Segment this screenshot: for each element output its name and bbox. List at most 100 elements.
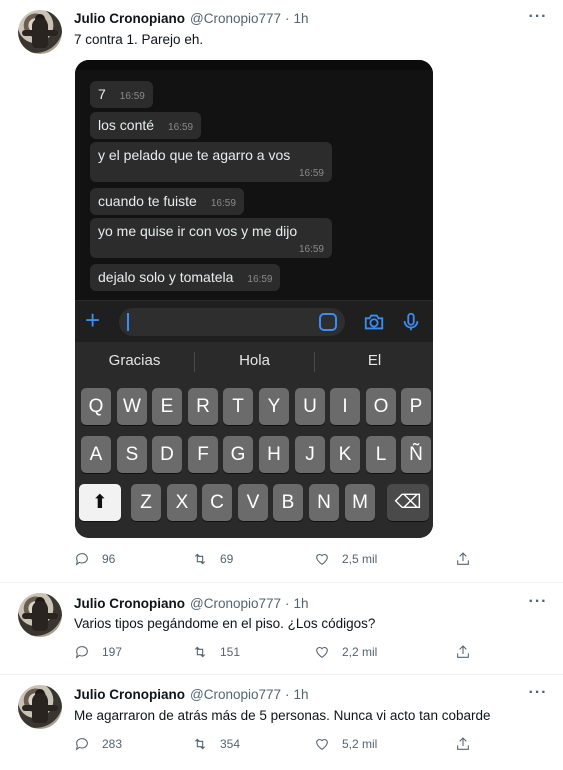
- key-e[interactable]: E: [152, 388, 182, 425]
- key-s[interactable]: S: [117, 436, 147, 473]
- key-u[interactable]: U: [295, 388, 325, 425]
- like-button[interactable]: 2,5 mil: [314, 551, 377, 567]
- reply-count: 197: [102, 645, 123, 659]
- retweet-button[interactable]: 69: [192, 551, 233, 567]
- message-time: 16:59: [210, 198, 236, 209]
- author-handle[interactable]: @Cronopio777: [190, 11, 281, 26]
- retweet-count: 354: [220, 737, 241, 751]
- key-x[interactable]: X: [167, 484, 197, 521]
- key-d[interactable]: D: [152, 436, 182, 473]
- key-h[interactable]: H: [259, 436, 289, 473]
- like-button[interactable]: 5,2 mil: [314, 736, 377, 752]
- reply-icon: [75, 738, 88, 751]
- message-text: 7: [98, 86, 106, 102]
- shift-key[interactable]: ⬆: [79, 484, 121, 521]
- chat-message: 7 16:59: [90, 81, 153, 108]
- key-k[interactable]: K: [330, 436, 360, 473]
- chat-message: yo me quise ir con vos y me dijo 16:59: [90, 218, 332, 258]
- tweet-time[interactable]: 1h: [294, 596, 309, 611]
- author-handle[interactable]: @Cronopio777: [190, 596, 281, 611]
- share-button[interactable]: [455, 644, 471, 660]
- reply-button[interactable]: 197: [74, 644, 122, 660]
- reply-button[interactable]: 96: [74, 551, 115, 567]
- retweet-icon: [194, 646, 206, 658]
- share-button[interactable]: [455, 736, 471, 752]
- microphone-icon[interactable]: [400, 311, 422, 338]
- key-y[interactable]: Y: [259, 388, 289, 425]
- separator-dot: ·: [285, 686, 290, 702]
- message-time: 16:59: [119, 91, 145, 102]
- message-input[interactable]: [119, 308, 345, 336]
- share-icon: [457, 552, 469, 565]
- sticker-icon[interactable]: [319, 313, 337, 331]
- message-text: dejalo solo y tomatela: [98, 269, 234, 285]
- key-p[interactable]: P: [401, 388, 431, 425]
- key-ñ[interactable]: Ñ: [401, 436, 431, 473]
- key-o[interactable]: O: [366, 388, 396, 425]
- share-button[interactable]: [455, 551, 471, 567]
- chat-area: 7 16:59 los conté 16:59 y el pelado que te…: [75, 60, 433, 300]
- avatar[interactable]: [18, 10, 62, 54]
- retweet-count: 151: [220, 645, 241, 659]
- chat-message: los conté 16:59: [90, 112, 202, 139]
- more-options-icon[interactable]: ···: [528, 9, 548, 28]
- retweet-button[interactable]: 151: [192, 644, 240, 660]
- key-m[interactable]: M: [345, 484, 375, 521]
- message-text: yo me quise ir con vos y me dijo: [98, 223, 298, 239]
- tweet-actions: 96 69 2,5 mil: [74, 551, 474, 571]
- heart-icon: [316, 553, 328, 565]
- chat-input-bar: +: [75, 300, 433, 342]
- tweet-3[interactable]: Julio Cronopiano @Cronopio777 · 1h ··· M…: [0, 675, 563, 770]
- key-v[interactable]: V: [238, 484, 268, 521]
- message-time: 16:59: [168, 122, 194, 133]
- key-r[interactable]: R: [188, 388, 218, 425]
- avatar-arm: [22, 30, 58, 36]
- avatar[interactable]: [18, 593, 62, 637]
- heart-icon: [316, 738, 328, 750]
- tweet-header: Julio Cronopiano @Cronopio777 · 1h: [74, 685, 309, 703]
- suggestion-item[interactable]: El: [315, 342, 433, 380]
- tweet-2[interactable]: Julio Cronopiano @Cronopio777 · 1h ··· V…: [0, 583, 563, 673]
- plus-icon[interactable]: +: [85, 307, 100, 333]
- suggestion-bar: Gracias Hola El: [75, 342, 433, 380]
- key-t[interactable]: T: [223, 388, 253, 425]
- key-n[interactable]: N: [309, 484, 339, 521]
- reply-count: 283: [102, 737, 123, 751]
- key-i[interactable]: I: [330, 388, 360, 425]
- tweet-time[interactable]: 1h: [294, 687, 309, 702]
- tweet-1[interactable]: Julio Cronopiano @Cronopio777 · 1h ··· 7…: [0, 0, 563, 582]
- message-time: 16:59: [298, 244, 324, 255]
- author-name[interactable]: Julio Cronopiano: [74, 11, 185, 26]
- author-name[interactable]: Julio Cronopiano: [74, 596, 185, 611]
- share-icon: [457, 645, 469, 658]
- key-g[interactable]: G: [223, 436, 253, 473]
- camera-icon[interactable]: [363, 311, 385, 338]
- key-b[interactable]: B: [273, 484, 303, 521]
- more-options-icon[interactable]: ···: [528, 685, 548, 704]
- key-f[interactable]: F: [188, 436, 218, 473]
- suggestion-item[interactable]: Hola: [195, 342, 314, 380]
- key-l[interactable]: L: [366, 436, 396, 473]
- like-button[interactable]: 2,2 mil: [314, 644, 377, 660]
- avatar-arm: [22, 705, 58, 711]
- key-q[interactable]: Q: [81, 388, 111, 425]
- text-caret: [127, 313, 129, 331]
- tweet-header: Julio Cronopiano @Cronopio777 · 1h: [74, 9, 309, 27]
- key-j[interactable]: J: [295, 436, 325, 473]
- key-c[interactable]: C: [202, 484, 232, 521]
- like-count: 2,5 mil: [342, 552, 378, 566]
- key-w[interactable]: W: [117, 388, 147, 425]
- tweet-time[interactable]: 1h: [294, 11, 309, 26]
- key-a[interactable]: A: [81, 436, 111, 473]
- author-handle[interactable]: @Cronopio777: [190, 687, 281, 702]
- author-name[interactable]: Julio Cronopiano: [74, 687, 185, 702]
- more-options-icon[interactable]: ···: [528, 594, 548, 613]
- key-z[interactable]: Z: [131, 484, 161, 521]
- separator-dot: ·: [285, 10, 290, 26]
- retweet-button[interactable]: 354: [192, 736, 240, 752]
- reply-button[interactable]: 283: [74, 736, 122, 752]
- avatar[interactable]: [18, 685, 62, 729]
- suggestion-item[interactable]: Gracias: [75, 342, 194, 380]
- tweet-media-image[interactable]: 7 16:59 los conté 16:59 y el pelado que te…: [75, 60, 433, 538]
- backspace-key[interactable]: ⌫: [387, 484, 429, 521]
